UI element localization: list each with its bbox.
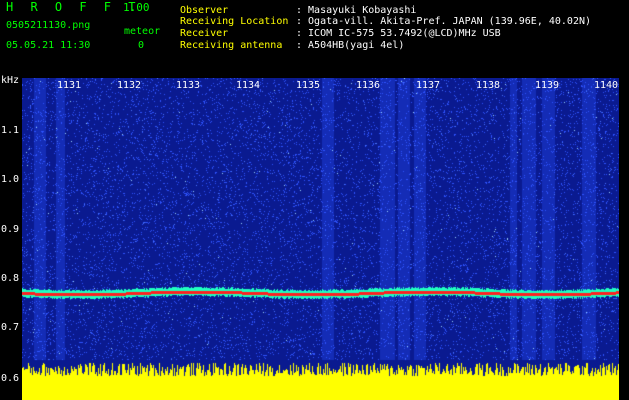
y-tick-label: 1.1 bbox=[1, 125, 20, 136]
observer-value: : Masayuki Kobayashi bbox=[296, 5, 417, 16]
y-tick-label: 0.7 bbox=[1, 322, 20, 333]
y-axis-unit: kHz bbox=[1, 75, 20, 86]
x-tick-label: 1135 bbox=[296, 80, 321, 91]
x-tick-label: 1140 bbox=[594, 80, 619, 91]
x-tick-label: 1134 bbox=[236, 80, 261, 91]
app-version: 1.00 bbox=[123, 1, 150, 14]
y-tick-label: 1.0 bbox=[1, 174, 20, 185]
x-tick-label: 1136 bbox=[356, 80, 381, 91]
meteor-label: meteor bbox=[124, 26, 161, 37]
location-label: Receiving Location bbox=[180, 16, 289, 27]
y-tick-label: 0.6 bbox=[1, 373, 20, 384]
antenna-value: : A504HB(yagi 4el) bbox=[296, 40, 405, 51]
x-tick-label: 1133 bbox=[176, 80, 201, 91]
hroffft-window: { "app": { "title": "H R O F F T", "vers… bbox=[0, 0, 629, 400]
location-value: : Ogata-vill. Akita-Pref. JAPAN (139.96E… bbox=[296, 16, 592, 27]
x-tick-label: 1131 bbox=[57, 80, 82, 91]
spectrogram-waterfall bbox=[22, 78, 619, 400]
x-tick-label: 1138 bbox=[476, 80, 501, 91]
antenna-label: Receiving antenna bbox=[180, 40, 283, 51]
meteor-count: 0 bbox=[138, 40, 145, 51]
x-tick-label: 1137 bbox=[416, 80, 441, 91]
x-tick-label: 1132 bbox=[117, 80, 142, 91]
receiver-label: Receiver bbox=[180, 28, 229, 39]
receiver-value: : ICOM IC-575 53.7492(@LCD)MHz USB bbox=[296, 28, 501, 39]
x-tick-label: 1139 bbox=[535, 80, 560, 91]
y-tick-label: 0.8 bbox=[1, 273, 20, 284]
file-datetime: 05.05.21 11:30 bbox=[6, 40, 91, 51]
file-name: 0505211130.png bbox=[6, 20, 91, 31]
observer-label: Observer bbox=[180, 5, 229, 16]
y-tick-label: 0.9 bbox=[1, 224, 20, 235]
app-title: H R O F F T bbox=[6, 0, 141, 14]
